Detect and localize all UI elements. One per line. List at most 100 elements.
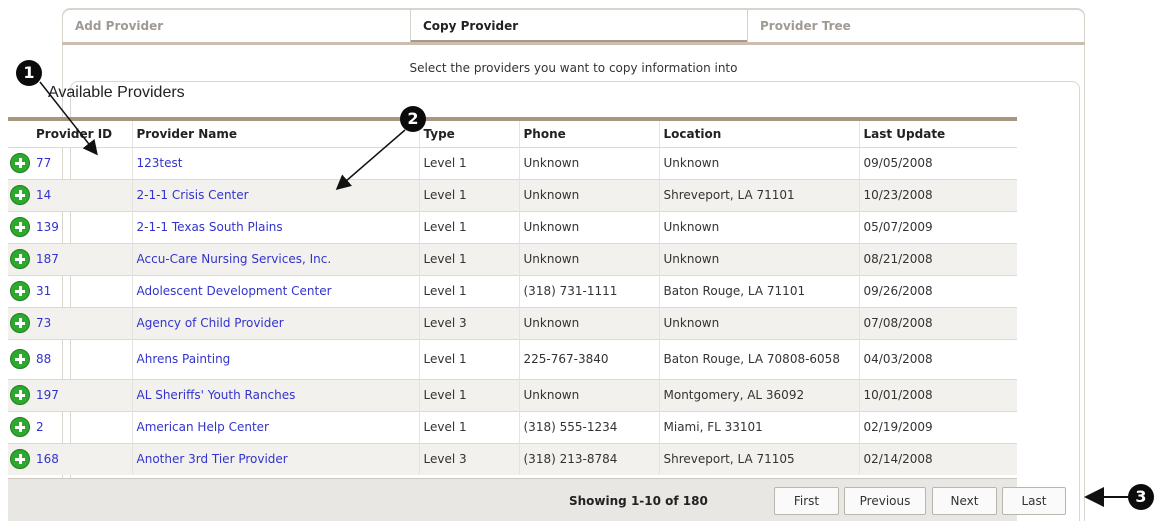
header-add	[8, 121, 36, 147]
provider-name-link[interactable]: 2-1-1 Texas South Plains	[131, 210, 419, 243]
table-row: 73 Agency of Child Provider Level 3 Unkn…	[8, 306, 1017, 339]
panel-title: Available Providers	[48, 84, 185, 101]
provider-location: Unknown	[658, 306, 859, 339]
provider-phone: Unknown	[518, 242, 659, 275]
provider-name-link[interactable]: Ahrens Painting	[131, 338, 419, 379]
provider-location: Unknown	[658, 146, 859, 179]
callout-badge-2: 2	[400, 106, 426, 132]
provider-phone: 225-767-3840	[518, 338, 659, 379]
provider-location: Shreveport, LA 71105	[658, 442, 859, 475]
add-icon[interactable]	[10, 449, 30, 470]
header-phone[interactable]: Phone	[518, 121, 659, 147]
provider-phone: (318) 213-8784	[518, 442, 659, 475]
pagination-bar: Showing 1-10 of 180 First Previous Next …	[8, 478, 1066, 521]
provider-id-link[interactable]: 2	[36, 410, 132, 443]
add-icon[interactable]	[10, 185, 30, 205]
provider-type: Level 1	[418, 378, 519, 411]
provider-name-link[interactable]: Accu-Care Nursing Services, Inc.	[131, 242, 419, 275]
tab-add-provider[interactable]: Add Provider	[62, 9, 411, 43]
provider-type: Level 1	[418, 338, 519, 379]
add-icon[interactable]	[10, 385, 30, 405]
provider-location: Shreveport, LA 71101	[658, 178, 859, 211]
provider-type: Level 1	[418, 146, 519, 179]
provider-id-link[interactable]: 77	[36, 146, 132, 179]
table-row: 14 2-1-1 Crisis Center Level 1 Unknown S…	[8, 178, 1017, 211]
provider-name-link[interactable]: 2-1-1 Crisis Center	[131, 178, 419, 211]
provider-location-text: Baton Rouge, LA 70808-6058	[663, 351, 840, 366]
add-icon[interactable]	[10, 313, 30, 333]
provider-last-update: 02/14/2008	[858, 442, 1017, 475]
provider-phone: Unknown	[518, 378, 659, 411]
add-icon[interactable]	[10, 281, 30, 301]
provider-name-link[interactable]: Agency of Child Provider	[131, 306, 419, 339]
callout-badge-1: 1	[16, 60, 42, 86]
provider-id-link[interactable]: 14	[36, 178, 132, 211]
provider-last-update: 10/23/2008	[858, 178, 1017, 211]
table-row: 77 123test Level 1 Unknown Unknown 09/05…	[8, 146, 1017, 179]
provider-type: Level 3	[418, 306, 519, 339]
provider-name-link[interactable]: 123test	[131, 146, 419, 179]
header-type[interactable]: Type	[418, 121, 519, 147]
tab-bar: Add Provider Copy Provider Provider Tree	[62, 9, 1085, 43]
provider-location: Baton Rouge, LA 71101	[658, 274, 859, 307]
provider-type: Level 1	[418, 410, 519, 443]
provider-last-update: 05/07/2009	[858, 210, 1017, 243]
callout-badge-3: 3	[1128, 484, 1154, 510]
provider-last-update: 09/26/2008	[858, 274, 1017, 307]
previous-page-button[interactable]: Previous	[844, 487, 926, 515]
table-row: 197 AL Sheriffs' Youth Ranches Level 1 U…	[8, 378, 1017, 411]
provider-last-update: 09/05/2008	[858, 146, 1017, 179]
last-page-button[interactable]: Last	[1002, 487, 1066, 515]
table-row: 31 Adolescent Development Center Level 1…	[8, 274, 1017, 307]
provider-id-link[interactable]: 197	[36, 378, 132, 411]
provider-id-link[interactable]: 168	[36, 442, 132, 475]
provider-phone: Unknown	[518, 210, 659, 243]
first-page-button[interactable]: First	[774, 487, 839, 515]
table-row: 139 2-1-1 Texas South Plains Level 1 Unk…	[8, 210, 1017, 243]
provider-phone: (318) 555-1234	[518, 410, 659, 443]
header-last-update[interactable]: Last Update	[858, 121, 1017, 147]
provider-name-link[interactable]: Another 3rd Tier Provider	[131, 442, 419, 475]
provider-location: Baton Rouge, LA 70808-6058	[658, 338, 859, 379]
provider-id-link[interactable]: 73	[36, 306, 132, 339]
provider-name-link[interactable]: AL Sheriffs' Youth Ranches	[131, 378, 419, 411]
provider-location: Unknown	[658, 210, 859, 243]
tab-copy-provider[interactable]: Copy Provider	[410, 9, 748, 43]
pagination-status: Showing 1-10 of 180	[569, 494, 708, 508]
provider-type: Level 1	[418, 178, 519, 211]
provider-id-link[interactable]: 88	[36, 338, 132, 379]
provider-name-link[interactable]: American Help Center	[131, 410, 419, 443]
table-row: 88 Ahrens Painting Level 1 225-767-3840 …	[8, 338, 1017, 379]
provider-id-link[interactable]: 31	[36, 274, 132, 307]
add-icon[interactable]	[10, 417, 30, 437]
provider-last-update: 10/01/2008	[858, 378, 1017, 411]
tab-provider-tree[interactable]: Provider Tree	[747, 9, 1085, 43]
provider-type: Level 1	[418, 242, 519, 275]
provider-id-link[interactable]: 139	[36, 210, 132, 243]
add-icon[interactable]	[10, 349, 30, 369]
next-page-button[interactable]: Next	[932, 487, 997, 515]
provider-location: Unknown	[658, 242, 859, 275]
instruction-text: Select the providers you want to copy in…	[409, 61, 738, 75]
add-icon[interactable]	[10, 249, 30, 269]
header-location[interactable]: Location	[658, 121, 859, 147]
provider-last-update: 04/03/2008	[858, 338, 1017, 379]
add-icon[interactable]	[10, 217, 30, 237]
provider-id-link[interactable]: 187	[36, 242, 132, 275]
add-icon[interactable]	[10, 153, 30, 173]
table-header-row: Provider ID Provider Name Type Phone Loc…	[8, 121, 1017, 147]
table-row: 2 American Help Center Level 1 (318) 555…	[8, 410, 1017, 443]
provider-phone: Unknown	[518, 178, 659, 211]
provider-name-link[interactable]: Adolescent Development Center	[131, 274, 419, 307]
provider-type: Level 1	[418, 274, 519, 307]
table-row: 187 Accu-Care Nursing Services, Inc. Lev…	[8, 242, 1017, 275]
header-provider-name[interactable]: Provider Name	[131, 121, 419, 147]
tab-divider	[62, 42, 1085, 45]
provider-location: Miami, FL 33101	[658, 410, 859, 443]
provider-last-update: 07/08/2008	[858, 306, 1017, 339]
header-provider-id[interactable]: Provider ID	[36, 121, 132, 147]
provider-phone: Unknown	[518, 306, 659, 339]
table-row: 168 Another 3rd Tier Provider Level 3 (3…	[8, 442, 1017, 475]
provider-phone: Unknown	[518, 146, 659, 179]
provider-type: Level 1	[418, 210, 519, 243]
